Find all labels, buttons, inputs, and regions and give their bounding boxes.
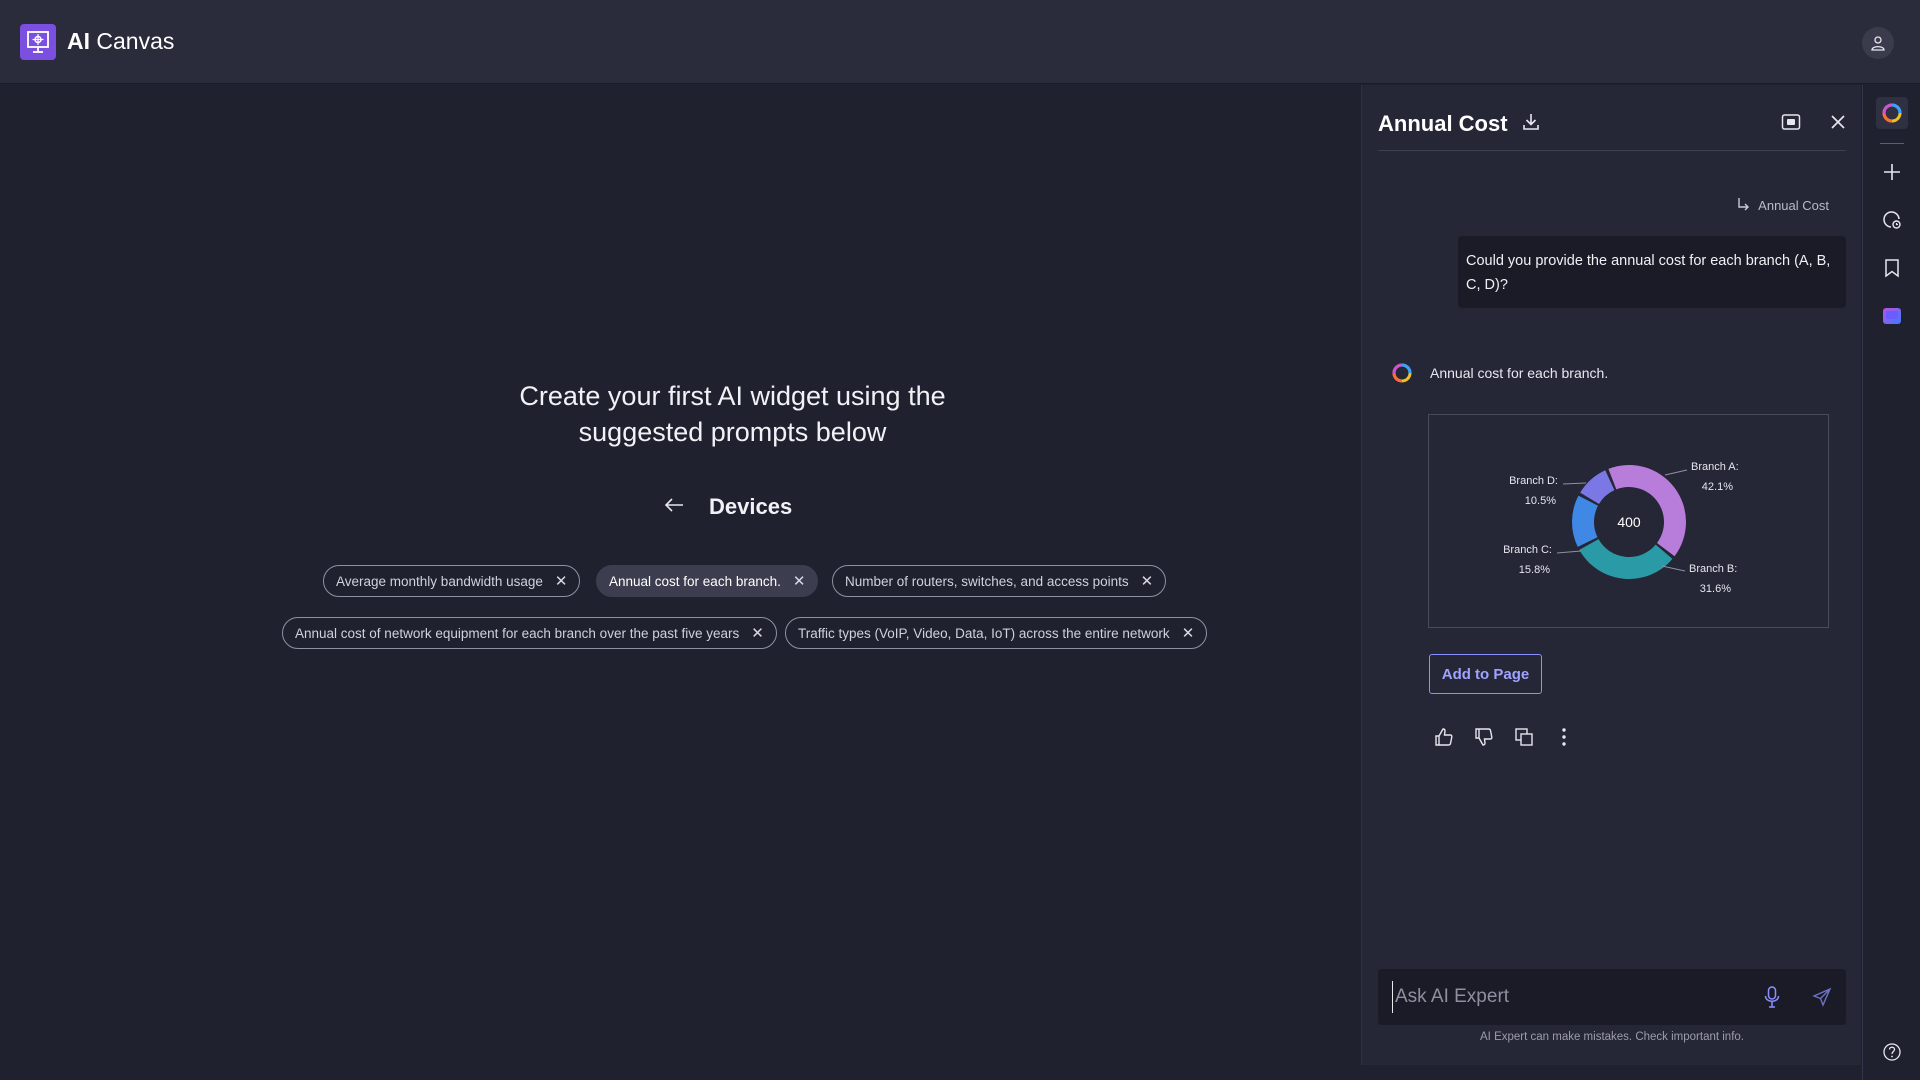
chat-history-icon xyxy=(1883,211,1901,229)
new-chat-button[interactable] xyxy=(1876,156,1908,188)
bookmark-icon xyxy=(1885,259,1899,278)
ai-chat-panel: Annual Cost Annual Cost Could you provid… xyxy=(1361,85,1861,1065)
donut-slice[interactable] xyxy=(1572,495,1598,547)
top-bar: AI Canvas xyxy=(0,0,1920,84)
chip-label: Traffic types (VoIP, Video, Data, IoT) a… xyxy=(798,625,1170,641)
more-options-icon[interactable] xyxy=(1552,725,1576,749)
slice-leader-line xyxy=(1562,482,1587,485)
donut-slice[interactable] xyxy=(1580,470,1615,504)
slice-percent-label: 15.8% xyxy=(1519,564,1550,576)
slice-name-label: Branch A: xyxy=(1691,461,1739,473)
minimize-window-icon[interactable] xyxy=(1778,109,1804,135)
category-title: Devices xyxy=(709,494,793,519)
help-button[interactable] xyxy=(1876,1036,1908,1068)
chip-label: Number of routers, switches, and access … xyxy=(845,573,1129,589)
slice-leader-line xyxy=(1661,565,1686,572)
bookmark-button[interactable] xyxy=(1876,252,1908,284)
chip-label: Annual cost of network equipment for eac… xyxy=(295,625,740,641)
slice-percent-label: 10.5% xyxy=(1525,495,1556,507)
close-icon[interactable]: ✕ xyxy=(1141,572,1154,590)
reference-tag[interactable]: Annual Cost xyxy=(1736,197,1829,213)
prompt-chip[interactable]: Average monthly bandwidth usage ✕ xyxy=(323,565,581,597)
chip-label: Average monthly bandwidth usage xyxy=(336,573,543,589)
gallery-icon xyxy=(1883,308,1901,324)
user-profile-button[interactable] xyxy=(1862,27,1894,59)
close-icon[interactable] xyxy=(1825,109,1851,135)
category-header: Devices xyxy=(663,490,792,524)
reference-label: Annual Cost xyxy=(1758,197,1829,213)
close-icon[interactable]: ✕ xyxy=(751,624,764,642)
thumbs-up-icon[interactable] xyxy=(1432,725,1456,749)
send-icon[interactable] xyxy=(1810,985,1834,1009)
canvas-area: Create your first AI widget using the su… xyxy=(0,85,1360,1080)
empty-state-heading: Create your first AI widget using the su… xyxy=(519,381,946,447)
download-icon[interactable] xyxy=(1518,109,1544,135)
slice-percent-label: 31.6% xyxy=(1700,583,1731,595)
slice-percent-label: 42.1% xyxy=(1702,481,1733,493)
donut-chart-widget: Branch A: 42.1% Branch B: 31.6% Branch C: 15.… xyxy=(1428,414,1829,628)
slice-name-label: Branch B: xyxy=(1689,563,1737,575)
slice-leader-line xyxy=(1664,469,1688,476)
donut-slice[interactable] xyxy=(1579,539,1673,579)
ai-expert-logo-icon xyxy=(1882,103,1902,123)
ai-response: Annual cost for each branch. xyxy=(1390,361,1608,385)
thumbs-down-icon[interactable] xyxy=(1472,725,1496,749)
ai-message-text: Annual cost for each branch. xyxy=(1430,365,1609,381)
back-arrow-icon[interactable] xyxy=(663,496,685,519)
chat-input-box xyxy=(1378,969,1846,1025)
rail-divider xyxy=(1880,143,1904,144)
close-icon[interactable]: ✕ xyxy=(555,572,568,590)
panel-title: Annual Cost xyxy=(1378,111,1508,136)
close-icon[interactable]: ✕ xyxy=(793,572,806,590)
slice-name-label: Branch D: xyxy=(1509,475,1558,487)
donut-slice[interactable] xyxy=(1608,465,1686,557)
widget-gallery-button[interactable] xyxy=(1876,300,1908,332)
presentation-icon xyxy=(27,31,49,53)
app-logo[interactable] xyxy=(20,24,56,60)
chip-label: Annual cost for each branch. xyxy=(609,573,781,589)
reply-arrow-icon xyxy=(1738,198,1750,211)
prompt-chip-selected[interactable]: Annual cost for each branch. ✕ xyxy=(596,565,819,597)
slice-leader-line xyxy=(1556,550,1582,554)
add-to-page-button[interactable]: Add to Page xyxy=(1429,654,1542,694)
microphone-icon[interactable] xyxy=(1760,985,1784,1009)
donut-center-total: 400 xyxy=(1617,514,1641,530)
app-title: AI Canvas xyxy=(67,28,175,54)
panel-header: Annual Cost xyxy=(1378,85,1846,151)
right-rail xyxy=(1862,85,1920,1080)
history-button[interactable] xyxy=(1876,204,1908,236)
close-icon[interactable]: ✕ xyxy=(1182,624,1195,642)
help-icon xyxy=(1883,1043,1901,1061)
user-message: Could you provide the annual cost for ea… xyxy=(1458,236,1846,308)
prompt-chip[interactable]: Traffic types (VoIP, Video, Data, IoT) a… xyxy=(785,617,1208,649)
prompt-chip[interactable]: Number of routers, switches, and access … xyxy=(832,565,1167,597)
plus-icon xyxy=(1884,164,1900,180)
user-icon xyxy=(1871,36,1885,51)
slice-name-label: Branch C: xyxy=(1503,544,1552,556)
ask-ai-input[interactable] xyxy=(1392,981,1752,1013)
copy-icon[interactable] xyxy=(1512,725,1536,749)
ai-expert-logo-icon xyxy=(1392,363,1412,383)
donut-chart: Branch A: 42.1% Branch B: 31.6% Branch C: 15.… xyxy=(1503,461,1739,595)
disclaimer-text: AI Expert can make mistakes. Check impor… xyxy=(1480,1031,1744,1043)
feedback-actions xyxy=(1432,725,1576,749)
ai-expert-rail-button[interactable] xyxy=(1876,97,1908,129)
prompt-chip[interactable]: Annual cost of network equipment for eac… xyxy=(282,617,777,649)
